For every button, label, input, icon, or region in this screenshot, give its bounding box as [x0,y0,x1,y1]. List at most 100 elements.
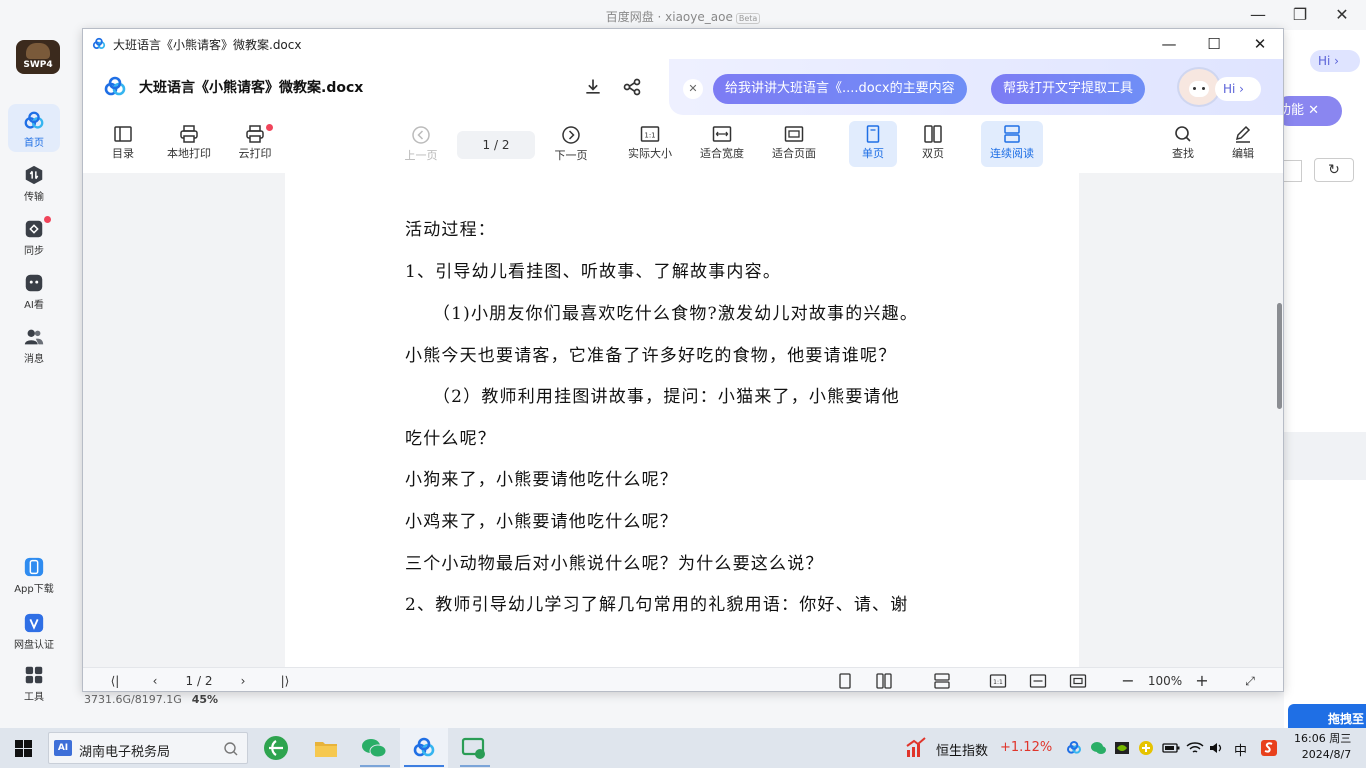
page-number-input[interactable]: 1 / 2 [457,131,535,159]
background-hi-button[interactable]: Hi › [1310,50,1360,72]
bottom-page-indicator[interactable]: 1 / 2 [179,672,219,690]
sogou-ime-icon[interactable] [1260,739,1278,757]
edit-button[interactable]: 编辑 [1225,121,1261,167]
chevron-right-circle-icon [562,126,580,144]
restore-icon[interactable]: ❐ [1288,4,1312,26]
single-page-button[interactable]: 单页 [849,121,897,167]
search-icon [1175,126,1191,142]
continuous-reading-button[interactable]: 连续阅读 [981,121,1043,167]
zoom-out-button[interactable]: − [1119,672,1137,690]
actual-size-icon[interactable]: 1:1 [989,672,1007,690]
running-indicator [360,765,390,767]
cloud-logo-icon [104,76,126,96]
system-clock[interactable]: 16:06 周三 2024/8/7 [1294,731,1351,763]
tray-wechat-icon[interactable] [1090,740,1106,756]
background-titlebar: 百度网盘 · xiaoye_aoe Beta — ❐ ✕ [0,0,1366,30]
double-page-button[interactable]: 双页 [911,121,955,167]
document-viewer-window: 大班语言《小熊请客》微教案.docx — ☐ ✕ 大班语言《小熊请客》微教案.d… [82,28,1284,692]
single-page-icon[interactable] [837,672,853,690]
local-print-button[interactable]: 本地打印 [161,121,217,167]
chevron-left-icon[interactable]: ‹ [145,672,165,690]
download-icon[interactable] [583,77,603,97]
background-app-title: 百度网盘 · xiaoye_aoe Beta [0,8,1366,25]
content-line: 三个小动物最后对小熊说什么呢？为什么要这么说？ [405,554,824,574]
phone-icon [24,557,44,577]
sidebar-item-sync[interactable]: 同步 [8,212,60,260]
verify-icon [24,613,44,633]
tray-netdisk-icon[interactable] [1066,740,1082,756]
running-indicator [460,765,490,767]
wechat-icon[interactable] [360,734,388,762]
continuous-reading-icon[interactable] [933,672,951,690]
single-page-icon [866,125,880,143]
fit-page-icon[interactable] [1069,672,1087,690]
sidebar-item-verify[interactable]: 网盘认证 [8,606,60,654]
wifi-icon[interactable] [1186,740,1204,756]
sidebar-item-transfer[interactable]: 传输 [8,158,60,206]
stock-change[interactable]: +1.12% [1000,740,1052,755]
ai-assistant-bar: ✕ 给我讲讲大班语言《....docx的主要内容 帮我打开文字提取工具 Hi › [669,59,1283,115]
chevron-left-circle-icon [412,126,430,144]
sidebar-item-tools[interactable]: 工具 [8,658,60,706]
svg-text:1:1: 1:1 [644,132,655,140]
taskbar-search-box[interactable]: AI 湖南电子税务局 [48,732,248,764]
browser-icon[interactable] [262,734,290,762]
baidu-netdisk-taskbar-button[interactable] [400,728,448,768]
document-title: 大班语言《小熊请客》微教案.docx [139,80,364,96]
continuous-reading-icon [1004,125,1020,143]
ai-suggestion-text-extract[interactable]: 帮我打开文字提取工具 [991,74,1146,104]
background-feature-button[interactable]: 功能 ✕ [1274,96,1342,126]
fit-page-button[interactable]: 适合页面 [767,121,821,167]
screen-app-icon[interactable] [460,734,488,762]
battery-icon[interactable] [1162,741,1180,755]
ime-indicator[interactable]: 中 [1234,740,1247,759]
content-line: 吃什么呢？ [405,429,496,449]
maximize-icon[interactable]: ☐ [1201,33,1227,55]
stock-name[interactable]: 恒生指数 [936,740,988,759]
actual-size-button[interactable]: 1:1 实际大小 [621,121,679,167]
ai-bar-close-icon[interactable]: ✕ [683,79,703,99]
double-page-icon[interactable] [875,672,893,690]
tray-nvidia-icon[interactable] [1114,740,1130,756]
grid-view-icon[interactable] [1284,160,1302,182]
ai-view-icon [25,274,43,292]
stock-chart-icon[interactable] [904,736,928,760]
last-page-icon[interactable]: |⟩ [275,672,295,690]
fit-width-button[interactable]: 适合宽度 [695,121,749,167]
first-page-icon[interactable]: ⟨| [105,672,125,690]
refresh-icon[interactable]: ↻ [1314,158,1354,182]
share-icon[interactable] [622,77,642,97]
vertical-scrollbar[interactable] [1277,303,1282,409]
find-button[interactable]: 查找 [1165,121,1201,167]
tray-plus-icon[interactable] [1138,740,1154,756]
user-avatar[interactable]: SWP4 [16,40,60,74]
document-titlebar: 大班语言《小熊请客》微教案.docx — ☐ ✕ [83,29,1283,59]
sidebar-label: App下载 [14,584,54,595]
fit-width-icon[interactable] [1029,672,1047,690]
beta-badge: Beta [735,13,761,24]
minimize-icon[interactable]: — [1156,33,1182,55]
sidebar-item-messages[interactable]: 消息 [8,320,60,368]
tools-icon [25,666,43,684]
chevron-right-icon[interactable]: › [233,672,253,690]
volume-icon[interactable] [1208,740,1226,756]
windows-start-icon[interactable] [15,740,32,757]
close-icon[interactable]: ✕ [1247,33,1273,55]
sidebar-item-app-download[interactable]: App下载 [8,550,60,598]
file-explorer-icon[interactable] [312,734,340,762]
cloud-logo-icon [413,737,435,757]
toc-button[interactable]: 目录 [105,121,141,167]
close-icon[interactable]: ✕ [1330,4,1354,26]
sidebar-item-ai-view[interactable]: AI看 [8,266,60,314]
sidebar-item-home[interactable]: 首页 [8,104,60,152]
prev-page-button[interactable]: 上一页 [399,121,443,167]
next-page-button[interactable]: 下一页 [549,121,593,167]
ai-suggestion-summary[interactable]: 给我讲讲大班语言《....docx的主要内容 [713,74,967,104]
ai-hi-button[interactable]: Hi › [1215,77,1261,101]
zoom-level[interactable]: 100% [1145,672,1185,690]
fullscreen-icon[interactable]: ⤢ [1241,672,1259,690]
document-viewport[interactable]: 活动过程： 1、引导幼儿看挂图、听故事、了解故事内容。 （1)小朋友你们最喜欢吃… [83,173,1283,667]
minimize-icon[interactable]: — [1246,4,1270,26]
content-line: （1)小朋友你们最喜欢吃什么食物?激发幼儿对故事的兴趣。 [405,304,919,324]
zoom-in-button[interactable]: + [1193,672,1211,690]
